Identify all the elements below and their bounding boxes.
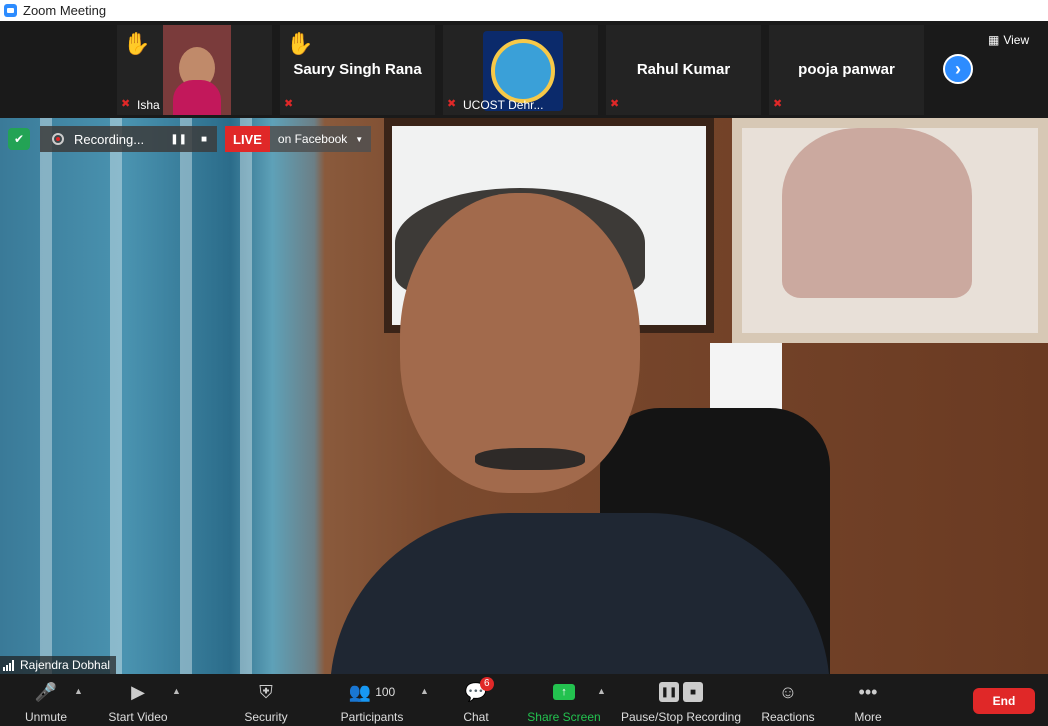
- grid-icon: ▦: [988, 33, 1000, 47]
- pause-stop-recording-button[interactable]: ❚❚ ■ Pause/Stop Recording: [618, 674, 744, 726]
- raised-hand-icon: ✋: [123, 31, 151, 56]
- participants-button[interactable]: 👥 100 Participants: [336, 674, 408, 726]
- raised-hand-icon: ✋: [286, 31, 314, 56]
- muted-mic-icon: ✖: [284, 98, 294, 110]
- participant-tile[interactable]: ✋ Saury Singh Rana ✖: [280, 25, 435, 115]
- participant-tile[interactable]: pooja panwar ✖: [769, 25, 924, 115]
- reactions-icon: ☺: [778, 681, 798, 702]
- chevron-up-icon[interactable]: ▲: [172, 686, 181, 696]
- participant-name: pooja panwar: [798, 61, 895, 78]
- muted-mic-icon: ✖: [773, 98, 783, 110]
- recording-indicator: Recording... ❚❚ ■: [40, 126, 217, 152]
- share-screen-icon: ↑: [553, 684, 575, 700]
- security-shield-icon[interactable]: ✔: [8, 128, 30, 150]
- chat-unread-badge: 6: [480, 677, 494, 691]
- muted-mic-icon: ✖: [447, 98, 457, 110]
- live-badge: LIVE: [225, 126, 270, 152]
- participant-tile[interactable]: Rahul Kumar ✖: [606, 25, 761, 115]
- next-page-button[interactable]: ›: [943, 54, 973, 84]
- participant-label: UCOST Dehr...: [463, 98, 544, 112]
- end-meeting-button[interactable]: End: [973, 688, 1035, 714]
- share-screen-button[interactable]: ↑ Share Screen: [526, 674, 602, 726]
- participant-label: Isha: [137, 98, 160, 112]
- pause-recording-icon[interactable]: ❚❚: [170, 134, 187, 145]
- view-button[interactable]: ▦ View: [988, 33, 1029, 47]
- signal-icon: [3, 659, 14, 671]
- recording-status-bar: ✔ Recording... ❚❚ ■ LIVE on Facebook ▼: [8, 126, 372, 152]
- participant-name: Saury Singh Rana: [293, 61, 422, 78]
- chat-button[interactable]: 💬 Chat 6: [456, 674, 496, 726]
- live-platform-dropdown[interactable]: on Facebook ▼: [269, 126, 372, 152]
- participant-tile[interactable]: ✖ UCOST Dehr...: [443, 25, 598, 115]
- muted-mic-icon: ✖: [610, 98, 620, 110]
- record-icon: [52, 133, 64, 145]
- unmute-button[interactable]: 🎤 Unmute: [20, 674, 72, 726]
- window-title: Zoom Meeting: [23, 3, 107, 18]
- participant-tile[interactable]: ✋ ✖ Isha: [117, 25, 272, 115]
- security-button[interactable]: ⛨ Security: [238, 674, 294, 726]
- stop-recording-icon[interactable]: ■: [201, 134, 207, 145]
- title-bar: Zoom Meeting: [0, 0, 1048, 21]
- participants-icon: 👥 100: [348, 681, 396, 702]
- meeting-toolbar: 🎤 Unmute ▲ ▶ Start Video ▲ ⛨ Security 👥 1…: [0, 674, 1048, 726]
- muted-mic-icon: ✖: [121, 98, 131, 110]
- participant-name: Rahul Kumar: [636, 61, 731, 78]
- stop-icon: ■: [683, 682, 703, 702]
- reactions-button[interactable]: ☺ Reactions: [758, 674, 818, 726]
- zoom-app-icon: [4, 4, 17, 17]
- more-icon: •••: [858, 681, 878, 702]
- muted-mic-icon: 🎤: [34, 681, 58, 702]
- wall-painting: [732, 118, 1048, 343]
- active-speaker-video: [0, 118, 1048, 674]
- chevron-up-icon[interactable]: ▲: [420, 686, 429, 696]
- shield-icon: ⛨: [259, 681, 273, 702]
- participant-strip: ✋ ✖ Isha ✋ Saury Singh Rana ✖ ✖ UCOST De…: [0, 21, 1048, 118]
- participant-video: [163, 25, 231, 115]
- pause-icon: ❚❚: [659, 682, 679, 702]
- chevron-up-icon[interactable]: ▲: [597, 686, 606, 696]
- chevron-down-icon: ▼: [355, 134, 364, 144]
- chevron-up-icon[interactable]: ▲: [74, 686, 83, 696]
- speaker-name-label: Rajendra Dobhal: [0, 656, 117, 674]
- start-video-button[interactable]: ▶ Start Video: [104, 674, 172, 726]
- more-button[interactable]: ••• More: [848, 674, 888, 726]
- video-off-icon: ▶: [131, 681, 145, 702]
